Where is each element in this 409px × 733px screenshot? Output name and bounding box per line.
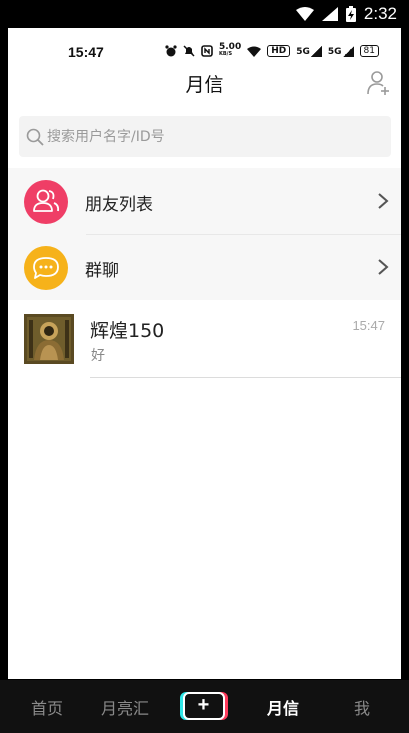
menu-label-friends: 朋友列表 bbox=[85, 195, 153, 215]
chat-list-item[interactable]: 辉煌150 好 15:47 bbox=[8, 300, 401, 378]
chat-last-message: 好 bbox=[91, 348, 105, 364]
wifi-icon bbox=[247, 46, 262, 57]
battery-level: 81 bbox=[359, 45, 379, 57]
system-clock: 2:32 bbox=[363, 4, 397, 23]
signal-bars-icon bbox=[310, 45, 322, 57]
plus-icon: + bbox=[197, 694, 210, 716]
chat-divider bbox=[90, 377, 401, 378]
system-status-bar: 2:32 bbox=[0, 0, 409, 28]
chat-avatar bbox=[24, 314, 74, 364]
cell-signal-icon bbox=[321, 7, 338, 21]
network-speed: 5.00 KB/S bbox=[219, 42, 242, 58]
tab-moon-hub[interactable]: 月亮汇 bbox=[101, 695, 149, 719]
app-screen: 15:47 5.00 KB/S HD 5G 5G 81 月信 搜索用户名字/ID… bbox=[8, 28, 401, 679]
signal-5g-1: 5G bbox=[296, 45, 322, 57]
mute-icon bbox=[183, 45, 195, 57]
menu-item-friends[interactable]: 朋友列表 bbox=[8, 168, 401, 234]
app-clock: 15:47 bbox=[68, 44, 104, 60]
chat-timestamp: 15:47 bbox=[352, 318, 385, 333]
nfc-icon bbox=[201, 45, 213, 57]
search-input[interactable] bbox=[47, 116, 377, 157]
app-status-bar: 15:47 5.00 KB/S HD 5G 5G 81 bbox=[8, 42, 401, 62]
signal-5g-2: 5G bbox=[328, 45, 354, 57]
group-chat-icon bbox=[33, 257, 59, 279]
tab-me[interactable]: 我 bbox=[354, 695, 370, 719]
tab-messages[interactable]: 月信 bbox=[267, 695, 299, 719]
menu-label-group-chat: 群聊 bbox=[85, 261, 119, 281]
hd-badge: HD bbox=[267, 45, 291, 57]
battery-charging-icon bbox=[345, 6, 356, 22]
menu-list: 朋友列表 群聊 bbox=[8, 168, 401, 300]
system-status-icons: 2:32 bbox=[295, 4, 397, 24]
search-icon bbox=[26, 128, 44, 146]
wifi-icon bbox=[295, 7, 314, 21]
alarm-icon bbox=[165, 45, 177, 57]
create-post-button[interactable]: + bbox=[183, 692, 225, 720]
tab-home[interactable]: 首页 bbox=[31, 695, 63, 719]
bottom-tab-bar: 首页 月亮汇 + 月信 我 bbox=[0, 680, 409, 733]
chevron-right-icon bbox=[378, 259, 389, 275]
friends-icon bbox=[33, 189, 60, 212]
friends-avatar bbox=[24, 180, 68, 224]
app-status-icons: 5.00 KB/S HD 5G 5G 81 bbox=[165, 42, 379, 58]
buddha-painting-icon bbox=[24, 314, 74, 364]
chevron-right-icon bbox=[378, 193, 389, 209]
search-bar[interactable] bbox=[19, 116, 391, 157]
signal-bars-icon bbox=[342, 45, 354, 57]
add-friend-icon[interactable] bbox=[367, 70, 391, 96]
chat-name: 辉煌150 bbox=[90, 320, 165, 342]
group-chat-avatar bbox=[24, 246, 68, 290]
menu-item-group-chat[interactable]: 群聊 bbox=[8, 234, 401, 300]
page-title: 月信 bbox=[185, 74, 224, 96]
